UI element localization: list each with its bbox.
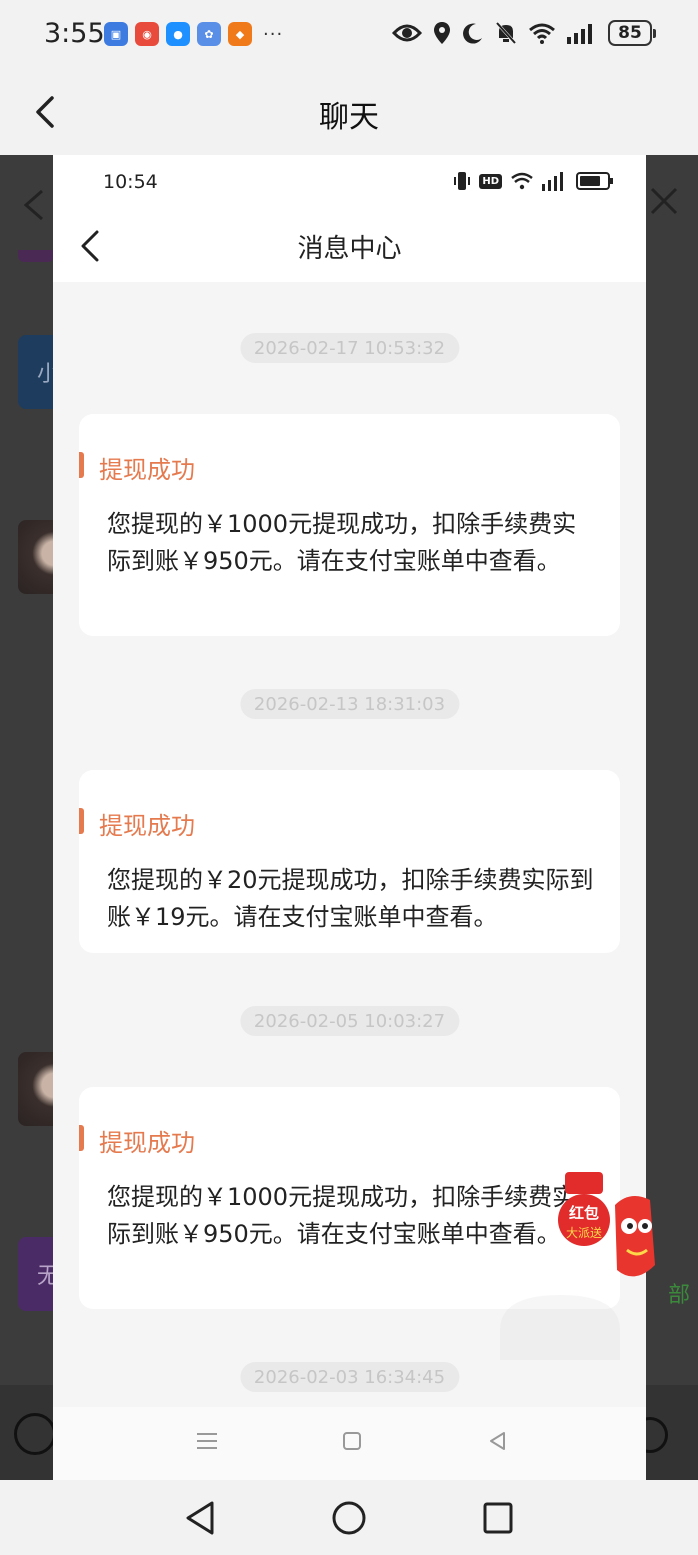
- message-card[interactable]: 提现成功 您提现的￥20元提现成功，扣除手续费实际到账￥19元。请在支付宝账单中…: [79, 770, 620, 953]
- app-icon-1: ▣: [104, 22, 128, 46]
- inner-wifi-icon: [511, 172, 533, 190]
- inner-status-time: 10:54: [103, 171, 158, 193]
- message-card[interactable]: 提现成功 您提现的￥1000元提现成功，扣除手续费实际到账￥950元。请在支付宝…: [79, 1087, 620, 1309]
- inner-header: 消息中心: [53, 210, 646, 282]
- outer-header: 聊天: [0, 70, 698, 155]
- inner-signal-icon: [542, 172, 563, 191]
- app-icon-2: ◉: [135, 22, 159, 46]
- red-packet-label: 红包: [569, 1204, 599, 1222]
- mute-bell-icon: [495, 21, 517, 45]
- eye-icon: [392, 24, 422, 42]
- bg-close-icon: [650, 187, 678, 215]
- status-indicators: 85: [392, 20, 656, 46]
- app-icon-5: ◆: [228, 22, 252, 46]
- message-timestamp: 2026-02-05 10:03:27: [239, 1006, 460, 1036]
- vibrate-icon: [454, 172, 471, 190]
- message-body: 您提现的￥1000元提现成功，扣除手续费实际到账￥950元。请在支付宝账单中查看…: [107, 510, 577, 575]
- red-packet-sublabel: 大派送: [566, 1225, 602, 1240]
- page-title: 聊天: [319, 100, 379, 135]
- moon-icon: [463, 23, 482, 44]
- notification-app-icons: ▣ ◉ ● ✿ ◆ ···: [104, 22, 283, 46]
- message-center-title: 消息中心: [297, 234, 402, 264]
- bg-label: 部: [667, 1283, 690, 1308]
- bg-back-arrow-icon: [23, 189, 43, 221]
- system-recents-icon[interactable]: [482, 1500, 514, 1536]
- status-bar: 3:55 ▣ ◉ ● ✿ ◆ ··· 85: [0, 0, 698, 70]
- more-notifications-icon: ···: [263, 23, 284, 45]
- menu-icon: [197, 1433, 217, 1449]
- location-icon: [434, 22, 450, 44]
- message-body: 您提现的￥20元提现成功，扣除手续费实际到账￥19元。请在支付宝账单中查看。: [107, 866, 594, 931]
- inner-nav-bar: [53, 1407, 646, 1480]
- wifi-icon: [529, 23, 555, 44]
- message-timestamp: 2026-02-17 10:53:32: [239, 333, 460, 363]
- inner-status-indicators: HD: [453, 171, 613, 191]
- bell-watermark-icon: [500, 1295, 620, 1360]
- message-card[interactable]: 提现成功 您提现的￥1000元提现成功，扣除手续费实际到账￥950元。请在支付宝…: [79, 414, 620, 636]
- home-square-icon: [343, 1432, 361, 1450]
- bg-voice-icon: [14, 1413, 56, 1455]
- message-title: 提现成功: [79, 1125, 195, 1157]
- hd-badge: HD: [479, 173, 502, 189]
- message-timestamp: 2026-02-13 18:31:03: [239, 689, 460, 719]
- bg-decoration: [18, 250, 54, 262]
- system-nav-bar: [0, 1480, 698, 1555]
- app-icon-4: ✿: [197, 22, 221, 46]
- battery-icon: 85: [608, 20, 656, 46]
- back-triangle-icon: [490, 1432, 505, 1450]
- status-time: 3:55: [44, 18, 105, 49]
- red-packet-icon[interactable]: 红包 大派送: [555, 1160, 665, 1285]
- inner-status-bar: 10:54 HD: [53, 155, 646, 210]
- message-body: 您提现的￥1000元提现成功，扣除手续费实际到账￥950元。请在支付宝账单中查看…: [107, 1183, 577, 1248]
- app-icon-3: ●: [166, 22, 190, 46]
- message-title: 提现成功: [79, 452, 195, 484]
- message-timestamp: 2026-02-03 16:34:45: [239, 1362, 460, 1392]
- message-title: 提现成功: [79, 808, 195, 840]
- signal-icon: [567, 24, 592, 44]
- system-back-icon[interactable]: [184, 1500, 216, 1536]
- inner-battery-icon: [576, 172, 613, 190]
- system-home-icon[interactable]: [332, 1500, 366, 1536]
